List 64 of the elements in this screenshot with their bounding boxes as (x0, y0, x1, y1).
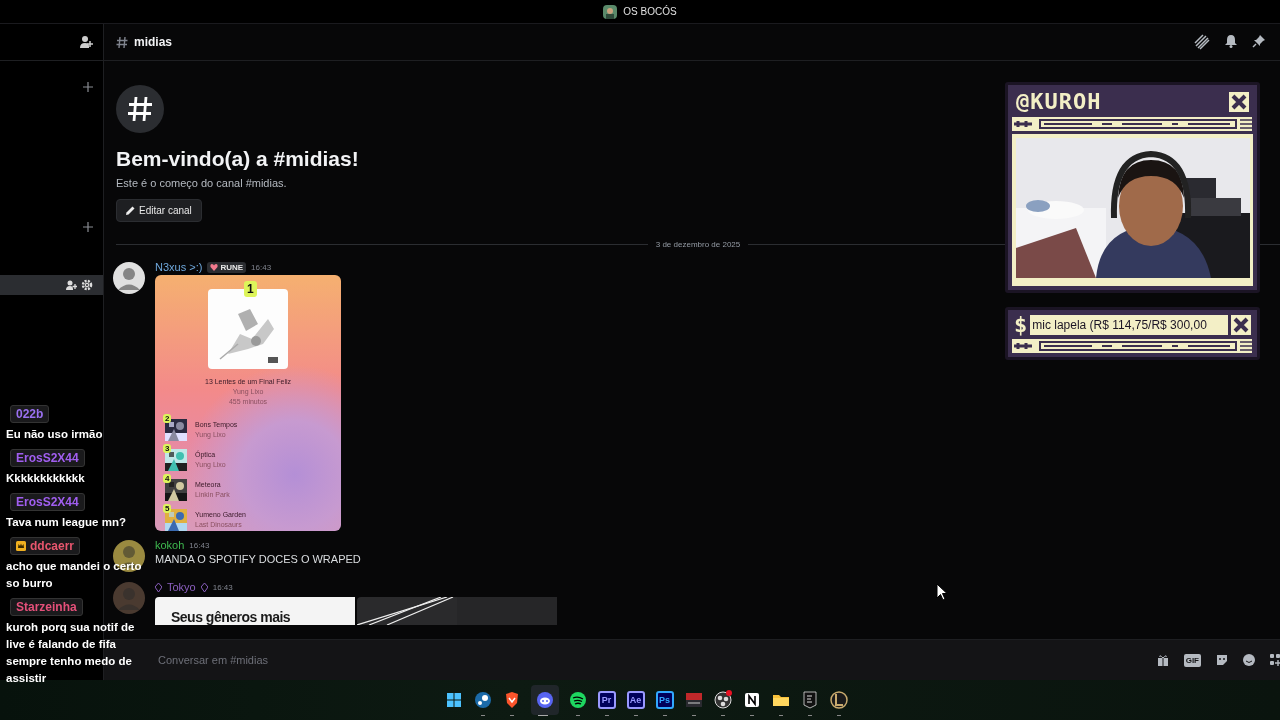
app-icon (712, 690, 733, 710)
chat-message-text: kuroh porq sua notif de live é falando de fifa sempre tenho medo de assistir (6, 620, 136, 686)
donation-goal-text: mic lapela (R$ 114,75/R$ 300,00 (1030, 315, 1228, 335)
apps-icon[interactable] (1270, 654, 1280, 666)
app-icon (828, 690, 849, 710)
taskbar-app-button[interactable] (530, 685, 559, 715)
channel-name: midias (134, 35, 172, 49)
chat-username: ErosS2X44 (10, 449, 85, 467)
bell-icon[interactable] (1224, 34, 1238, 48)
welcome-title: Bem-vindo(a) a #midias! (116, 147, 359, 171)
app-icon (472, 690, 493, 710)
hash-icon (127, 95, 153, 123)
chat-username: 022b (10, 405, 50, 423)
rank-badge: 2 (163, 414, 172, 423)
invite-icon[interactable] (65, 279, 77, 291)
avatar[interactable] (112, 539, 146, 573)
rank-badge: 4 (163, 474, 172, 483)
rank-badge: 1 (244, 281, 257, 297)
timestamp: 16:43 (251, 262, 272, 272)
chat-message-text: Tava num league mn? (6, 515, 126, 530)
emoji-icon[interactable] (1243, 654, 1255, 666)
streamer-handle: @KUROH (1016, 89, 1102, 114)
rank-badge: 5 (163, 504, 172, 513)
add-friend-icon[interactable] (79, 35, 93, 49)
rank-badge: 3 (163, 444, 172, 453)
settings-icon[interactable] (81, 279, 93, 291)
sticker-icon[interactable] (1216, 654, 1228, 666)
avatar[interactable] (112, 261, 146, 295)
timestamp: 16:43 (212, 582, 233, 592)
chat-message-text: Eu não uso irmão (6, 427, 103, 442)
plus-icon[interactable] (83, 82, 93, 92)
close-icon (1231, 315, 1251, 335)
channel-row[interactable] (0, 275, 103, 295)
edit-channel-button[interactable]: Editar canal (116, 199, 202, 222)
gif-button[interactable]: GIF (1183, 653, 1201, 667)
author-name[interactable]: kokoh (155, 539, 185, 551)
pin-icon[interactable] (1252, 34, 1266, 48)
message-input[interactable]: Conversar em #midias (158, 654, 1142, 666)
plus-icon[interactable] (83, 222, 93, 232)
hash-icon (116, 35, 128, 49)
gift-icon[interactable] (1156, 654, 1169, 666)
cursor-icon (936, 583, 948, 601)
author-name[interactable]: N3xus >:) (155, 261, 203, 273)
app-icon (534, 690, 555, 710)
author-name[interactable]: Tokyo (167, 581, 196, 593)
heart-icon (210, 263, 219, 271)
message-text: MANDA O SPOTIFY DOCES O WRAPED (155, 553, 361, 565)
chat-message-text: acho que mandei o certo so burro (6, 559, 143, 591)
image-heading: Seus gêneros mais (155, 597, 355, 625)
chat-username: ddcaerr (10, 537, 81, 555)
dollar-sign: $ (1014, 314, 1028, 336)
app-icon (683, 690, 704, 710)
tag-label: RUNE (220, 262, 244, 272)
chat-username: ErosS2X44 (10, 493, 85, 511)
chat-username: Starzeinha (10, 598, 83, 616)
pencil-icon (126, 206, 135, 215)
chat-message-text: Kkkkkkkkkkkk (6, 471, 85, 486)
welcome-text: Este é o começo do canal #midias. (116, 177, 287, 189)
server-name: OS BOCÓS (623, 6, 677, 17)
server-icon (603, 4, 618, 19)
threads-icon[interactable] (1194, 34, 1210, 50)
app-icon (567, 690, 588, 710)
timestamp: 16:43 (189, 540, 210, 550)
date-divider-label: 3 de dezembro de 2025 (655, 240, 741, 249)
